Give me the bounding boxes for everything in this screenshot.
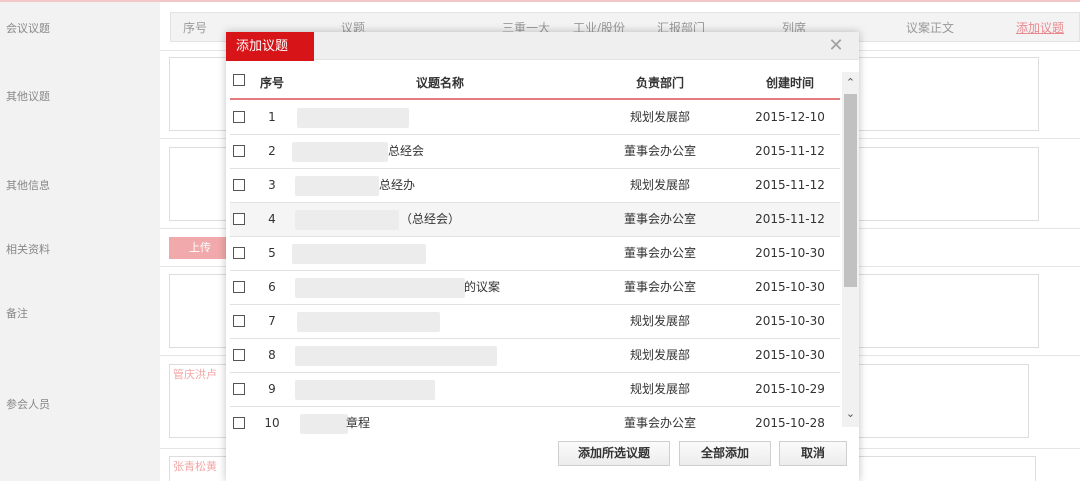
col-header-name: 议题名称 [415, 76, 464, 90]
row-date: 2015-10-28 [755, 416, 825, 430]
row-name: 的议案 [464, 280, 501, 294]
row-dept: 规划发展部 [629, 110, 690, 124]
row-date: 2015-10-30 [755, 246, 825, 260]
row-index: 7 [268, 314, 276, 328]
table-row[interactable]: 5 董事会办公室 2015-10-30 [230, 237, 840, 271]
add-selected-button[interactable]: 添加所选议题 [558, 441, 670, 466]
row-dept: 规划发展部 [629, 314, 690, 328]
table-scrollbar[interactable]: ⌃ ⌄ [842, 72, 859, 427]
scroll-up-icon[interactable]: ⌃ [842, 74, 859, 91]
scrollbar-thumb[interactable] [844, 94, 857, 287]
table-row[interactable]: 9 规划发展部 2015-10-29 [230, 373, 840, 407]
row-dept: 董事会办公室 [623, 212, 696, 226]
close-icon[interactable]: ✕ [824, 34, 848, 58]
row-date: 2015-10-30 [755, 280, 825, 294]
label-other-info: 其他信息 [6, 179, 50, 192]
row-index: 5 [268, 246, 276, 260]
header-proposal-text: 议案正文 [906, 21, 955, 35]
row-index: 2 [268, 144, 276, 158]
row-dept: 董事会办公室 [623, 144, 696, 158]
row-checkbox[interactable] [233, 281, 245, 293]
add-topic-link[interactable]: 添加议题 [1016, 13, 1064, 43]
row-checkbox[interactable] [233, 111, 245, 123]
row-dept: 规划发展部 [629, 178, 690, 192]
table-row[interactable]: 7 规划发展部 2015-10-30 [230, 305, 840, 339]
row-index: 6 [268, 280, 276, 294]
select-all-checkbox[interactable] [233, 74, 245, 86]
table-row[interactable]: 8 规划发展部 2015-10-30 [230, 339, 840, 373]
table-row[interactable]: 10 章程 董事会办公室 2015-10-28 [230, 407, 840, 436]
table-header-row: 序号 议题名称 负责部门 创建时间 [230, 66, 840, 100]
label-meeting-topics: 会议议题 [6, 22, 50, 35]
table-row[interactable]: 2 总经会 董事会办公室 2015-11-12 [230, 135, 840, 169]
row-dept: 董事会办公室 [623, 416, 696, 430]
row-checkbox[interactable] [233, 417, 245, 429]
row-name: 章程 [346, 416, 371, 430]
row-date: 2015-10-29 [755, 382, 825, 396]
row-date: 2015-11-12 [755, 178, 825, 192]
row-checkbox[interactable] [233, 315, 245, 327]
topics-list-table: 序号 议题名称 负责部门 创建时间 1 规划发展部 2015-12-10 2 总… [230, 66, 840, 436]
add-all-button[interactable]: 全部添加 [679, 441, 771, 466]
redacted-name [295, 210, 399, 230]
row-checkbox[interactable] [233, 349, 245, 361]
redacted-name [297, 108, 409, 128]
row-name: 总经办 [379, 178, 416, 192]
row-dept: 董事会办公室 [623, 280, 696, 294]
row-dept: 规划发展部 [629, 382, 690, 396]
redacted-name [295, 176, 379, 196]
row-checkbox[interactable] [233, 145, 245, 157]
row-checkbox[interactable] [233, 179, 245, 191]
redacted-name [300, 414, 348, 434]
row-name: （总经会） [400, 212, 461, 226]
row-index: 10 [264, 416, 280, 430]
header-index: 序号 [183, 21, 208, 35]
add-topic-dialog: 添加议题 ✕ 序号 议题名称 负责部门 创建时间 1 规划发展部 2015-12… [226, 32, 859, 481]
redacted-name [292, 244, 426, 264]
dialog-titlebar [226, 32, 859, 60]
row-index: 4 [268, 212, 276, 226]
redacted-name [295, 380, 435, 400]
cancel-button[interactable]: 取消 [779, 441, 847, 466]
row-date: 2015-10-30 [755, 314, 825, 328]
scroll-down-icon[interactable]: ⌄ [842, 405, 859, 422]
label-participants: 参会人员 [6, 398, 50, 411]
label-related-docs: 相关资料 [6, 243, 50, 256]
col-header-date: 创建时间 [765, 76, 814, 90]
table-row[interactable]: 1 规划发展部 2015-12-10 [230, 101, 840, 135]
label-other-topics: 其他议题 [6, 90, 50, 103]
row-date: 2015-12-10 [755, 110, 825, 124]
participants-names: 管庆洪卢 [173, 368, 217, 381]
redacted-name [295, 346, 497, 366]
table-row[interactable]: 4 （总经会） 董事会办公室 2015-11-12 [230, 203, 840, 237]
row-checkbox[interactable] [233, 383, 245, 395]
row-checkbox[interactable] [233, 213, 245, 225]
redacted-name [297, 312, 440, 332]
row-index: 9 [268, 382, 276, 396]
upload-button[interactable]: 上传 [169, 237, 231, 259]
row-dept: 董事会办公室 [623, 246, 696, 260]
redacted-name [292, 142, 388, 162]
label-remarks: 备注 [6, 307, 28, 320]
redacted-name [295, 278, 465, 298]
row-name: 总经会 [388, 144, 425, 158]
table-row[interactable]: 3 总经办 规划发展部 2015-11-12 [230, 169, 840, 203]
attendees-names: 张青松黄 [173, 460, 217, 473]
col-header-index: 序号 [259, 76, 284, 90]
col-header-dept: 负责部门 [635, 76, 684, 90]
row-dept: 规划发展部 [629, 348, 690, 362]
row-date: 2015-10-30 [755, 348, 825, 362]
row-checkbox[interactable] [233, 247, 245, 259]
top-accent-line [0, 0, 1080, 2]
row-index: 3 [268, 178, 276, 192]
row-date: 2015-11-12 [755, 144, 825, 158]
table-row[interactable]: 6 的议案 董事会办公室 2015-10-30 [230, 271, 840, 305]
row-index: 8 [268, 348, 276, 362]
row-date: 2015-11-12 [755, 212, 825, 226]
dialog-title: 添加议题 [226, 32, 314, 61]
row-index: 1 [268, 110, 276, 124]
